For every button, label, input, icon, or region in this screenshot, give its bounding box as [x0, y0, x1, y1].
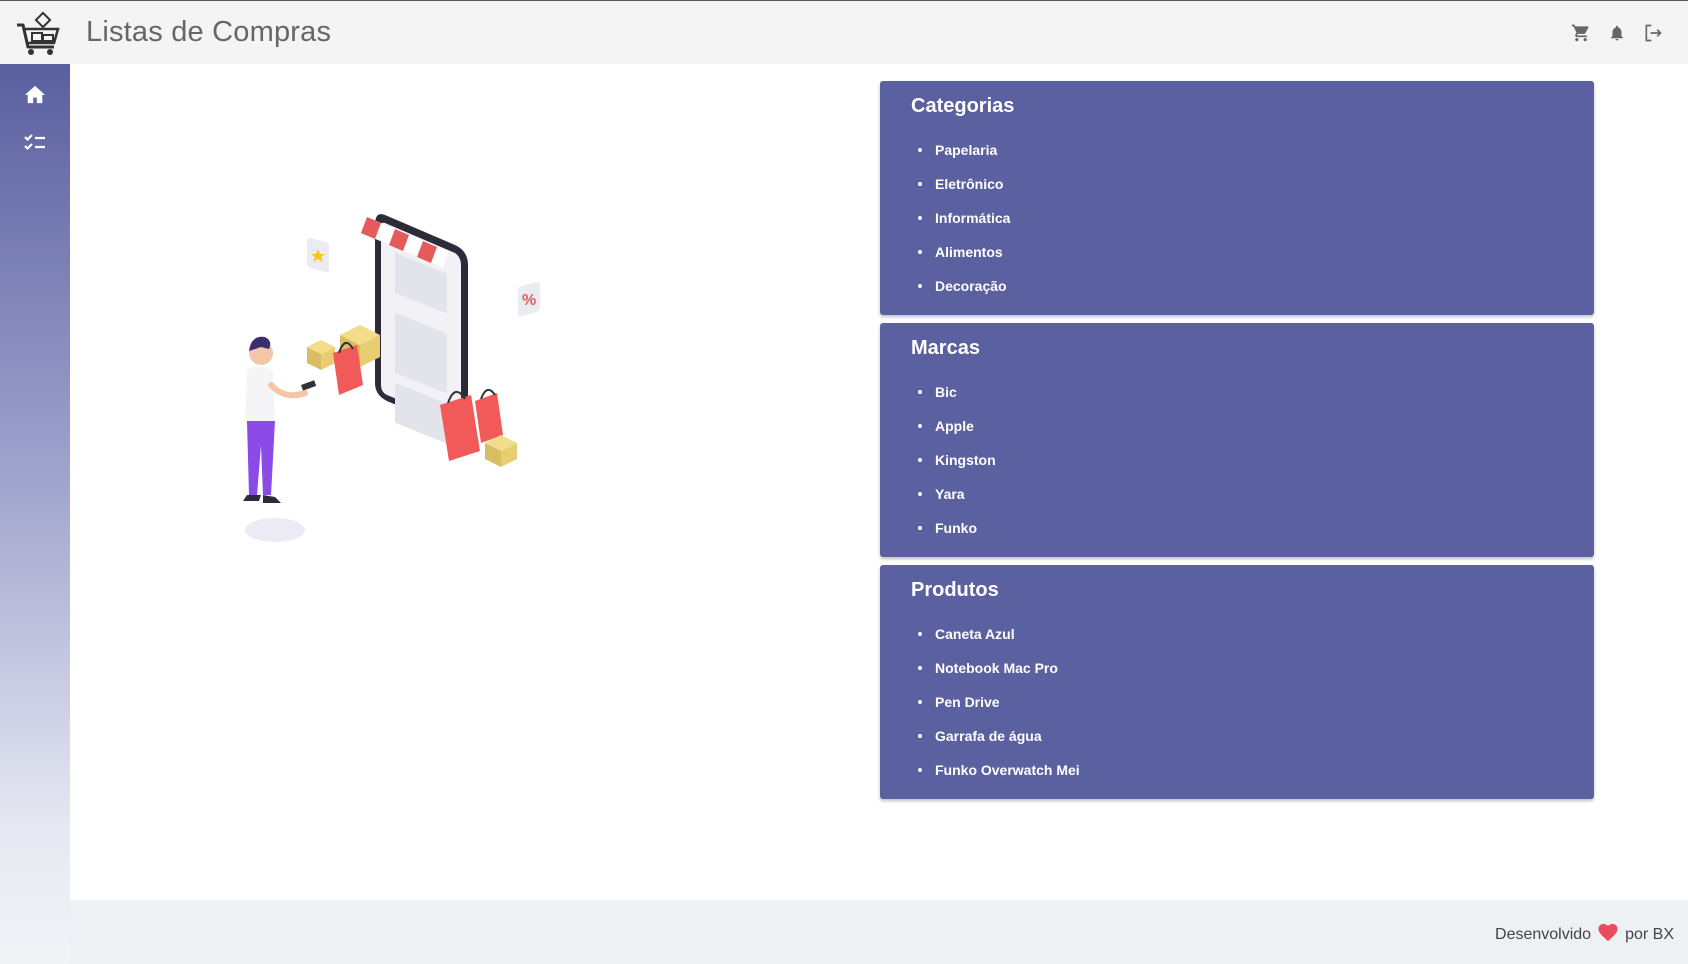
list-item: Funko Overwatch Mei [911, 761, 1080, 795]
brands-card: Marcas Bic Apple Kingston Yara Funko [880, 323, 1594, 557]
list-item: Eletrônico [911, 175, 1010, 209]
list-item: Pen Drive [911, 693, 1080, 727]
shopping-cart-logo-icon[interactable] [14, 11, 64, 59]
list-item: Decoração [911, 277, 1010, 311]
list-item: Informática [911, 209, 1010, 243]
sidebar-item-home[interactable] [0, 74, 70, 118]
footer-credits: Desenvolvido por BX [1495, 922, 1674, 947]
shopping-illustration: % [235, 195, 555, 555]
card-title: Produtos [911, 579, 999, 601]
home-icon [24, 84, 46, 109]
list-item: Bic [911, 383, 996, 417]
svg-text:%: % [522, 292, 536, 309]
list-item: Kingston [911, 451, 996, 485]
footer: Desenvolvido por BX [70, 900, 1688, 964]
header-actions [1570, 21, 1664, 45]
bell-icon[interactable] [1606, 21, 1628, 45]
list-item: Funko [911, 519, 996, 553]
footer-text-after: por BX [1625, 925, 1674, 943]
logout-icon[interactable] [1642, 21, 1664, 45]
list-item: Alimentos [911, 243, 1010, 277]
cart-icon[interactable] [1570, 21, 1592, 45]
app-title: Listas de Compras [86, 16, 332, 48]
heart-icon [1597, 922, 1619, 947]
card-title: Categorias [911, 95, 1015, 117]
brands-list: Bic Apple Kingston Yara Funko [911, 383, 996, 553]
app-header: Listas de Compras [0, 0, 1688, 64]
list-item: Papelaria [911, 141, 1010, 175]
list-item: Apple [911, 417, 996, 451]
list-item: Caneta Azul [911, 625, 1080, 659]
footer-text-before: Desenvolvido [1495, 925, 1592, 943]
list-item: Garrafa de água [911, 727, 1080, 761]
categories-list: Papelaria Eletrônico Informática Aliment… [911, 141, 1010, 311]
products-card: Produtos Caneta Azul Notebook Mac Pro Pe… [880, 565, 1594, 799]
products-list: Caneta Azul Notebook Mac Pro Pen Drive G… [911, 625, 1080, 795]
categories-card: Categorias Papelaria Eletrônico Informát… [880, 81, 1594, 315]
checklist-icon [23, 132, 47, 157]
sidebar-item-lists[interactable] [0, 122, 70, 166]
list-item: Notebook Mac Pro [911, 659, 1080, 693]
card-title: Marcas [911, 337, 980, 359]
list-item: Yara [911, 485, 996, 519]
sidebar [0, 64, 70, 964]
